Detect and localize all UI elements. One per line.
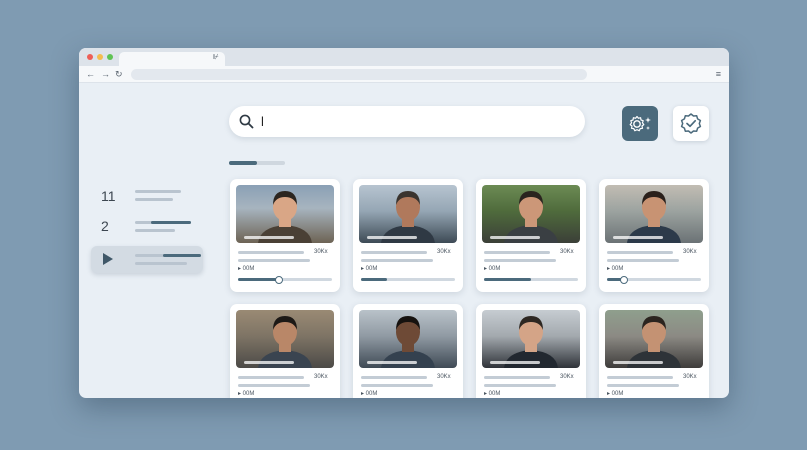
video-title-placeholder xyxy=(238,376,304,379)
thumbnail-caption-bar xyxy=(490,361,540,364)
video-card[interactable]: 30Kx ▸ 00M xyxy=(599,304,709,398)
search-icon xyxy=(239,114,254,129)
video-title-placeholder xyxy=(607,251,673,254)
verified-badge-icon xyxy=(680,112,702,134)
video-thumbnail[interactable] xyxy=(482,310,580,368)
video-meta: 30Kx xyxy=(683,374,697,380)
video-card[interactable]: 30Kx ▸ 00M xyxy=(353,179,463,292)
sidebar-item-label: 2 xyxy=(101,218,109,234)
video-card[interactable]: 30Kx ▸ 00M xyxy=(476,304,586,398)
video-thumbnail[interactable] xyxy=(359,185,457,243)
search-bar[interactable] xyxy=(229,106,585,137)
thumbnail-caption-bar xyxy=(613,236,663,239)
maximize-window-button[interactable] xyxy=(107,54,113,60)
video-views: ▸ 00M xyxy=(361,266,378,272)
video-subtitle-placeholder xyxy=(484,259,556,262)
person-portrait xyxy=(381,191,435,243)
video-views: ▸ 00M xyxy=(484,266,501,272)
person-portrait xyxy=(627,191,681,243)
watch-progress-bar[interactable] xyxy=(238,275,332,284)
video-subtitle-placeholder xyxy=(607,384,679,387)
video-card[interactable]: 30Kx ▸ 00M xyxy=(353,304,463,398)
progress-handle[interactable] xyxy=(619,275,628,284)
browser-toolbar: ← → ↻ ≡ xyxy=(79,66,729,83)
video-title-placeholder xyxy=(484,251,550,254)
person-portrait xyxy=(504,316,558,368)
video-meta: 30Kx xyxy=(683,249,697,255)
thumbnail-caption-bar xyxy=(244,361,294,364)
verify-button[interactable] xyxy=(673,106,709,141)
video-title-placeholder xyxy=(238,251,304,254)
forward-arrow-icon[interactable]: → xyxy=(101,68,110,80)
section-indicator xyxy=(229,161,285,165)
video-subtitle-placeholder xyxy=(484,384,556,387)
video-card[interactable]: 30Kx ▸ 00M xyxy=(599,179,709,292)
sidebar-item-label: 11 xyxy=(101,188,116,204)
thumbnail-caption-bar xyxy=(490,236,540,239)
video-card[interactable]: 30Kx ▸ 00M xyxy=(230,304,340,398)
video-meta: 30Kx xyxy=(314,374,328,380)
browser-tab[interactable]: ⊮ xyxy=(119,52,225,66)
video-thumbnail[interactable] xyxy=(482,185,580,243)
thumbnail-caption-bar xyxy=(613,361,663,364)
video-thumbnail[interactable] xyxy=(236,185,334,243)
video-thumbnail[interactable] xyxy=(359,310,457,368)
watch-progress-bar[interactable] xyxy=(607,275,701,284)
video-title-placeholder xyxy=(361,251,427,254)
settings-button[interactable] xyxy=(622,106,658,141)
video-subtitle-placeholder xyxy=(607,259,679,262)
video-views: ▸ 00M xyxy=(484,391,501,397)
progress-handle[interactable] xyxy=(275,275,284,284)
thumbnail-caption-bar xyxy=(367,361,417,364)
video-card[interactable]: 30Kx ▸ 00M xyxy=(230,179,340,292)
video-title-placeholder xyxy=(484,376,550,379)
person-portrait xyxy=(381,316,435,368)
watch-progress-bar[interactable] xyxy=(484,278,578,281)
video-meta: 30Kx xyxy=(560,374,574,380)
sidebar-item-2[interactable]: 2 xyxy=(91,213,203,240)
video-card[interactable]: 30Kx ▸ 00M xyxy=(476,179,586,292)
video-meta: 30Kx xyxy=(314,249,328,255)
video-thumbnail[interactable] xyxy=(605,185,703,243)
sidebar-item-3[interactable] xyxy=(91,246,203,273)
play-icon xyxy=(103,253,113,265)
video-views: ▸ 00M xyxy=(238,266,255,272)
close-window-button[interactable] xyxy=(87,54,93,60)
person-portrait xyxy=(258,316,312,368)
video-subtitle-placeholder xyxy=(361,259,433,262)
video-views: ▸ 00M xyxy=(361,391,378,397)
search-input[interactable] xyxy=(261,112,561,131)
watch-progress-bar[interactable] xyxy=(361,278,455,281)
browser-menu-icon[interactable]: ≡ xyxy=(716,68,721,80)
thumbnail-caption-bar xyxy=(367,236,417,239)
video-subtitle-placeholder xyxy=(361,384,433,387)
video-subtitle-placeholder xyxy=(238,384,310,387)
browser-window: ⊮ ← → ↻ ≡ 11 xyxy=(79,48,729,398)
person-portrait xyxy=(504,191,558,243)
gear-sparkle-icon xyxy=(629,115,651,131)
video-title-placeholder xyxy=(361,376,427,379)
person-portrait xyxy=(627,316,681,368)
video-meta: 30Kx xyxy=(437,374,451,380)
video-meta: 30Kx xyxy=(560,249,574,255)
video-thumbnail[interactable] xyxy=(236,310,334,368)
sidebar-item-1[interactable]: 11 xyxy=(91,183,203,210)
video-views: ▸ 00M xyxy=(607,391,624,397)
video-meta: 30Kx xyxy=(437,249,451,255)
title-bar: ⊮ xyxy=(79,48,729,66)
video-title-placeholder xyxy=(607,376,673,379)
tab-favicon-icon: ⊮ xyxy=(212,54,219,61)
video-views: ▸ 00M xyxy=(238,391,255,397)
thumbnail-caption-bar xyxy=(244,236,294,239)
video-views: ▸ 00M xyxy=(607,266,624,272)
person-portrait xyxy=(258,191,312,243)
video-thumbnail[interactable] xyxy=(605,310,703,368)
video-subtitle-placeholder xyxy=(238,259,310,262)
reload-icon[interactable]: ↻ xyxy=(115,68,123,80)
address-bar[interactable] xyxy=(131,69,587,80)
back-arrow-icon[interactable]: ← xyxy=(86,68,95,80)
minimize-window-button[interactable] xyxy=(97,54,103,60)
